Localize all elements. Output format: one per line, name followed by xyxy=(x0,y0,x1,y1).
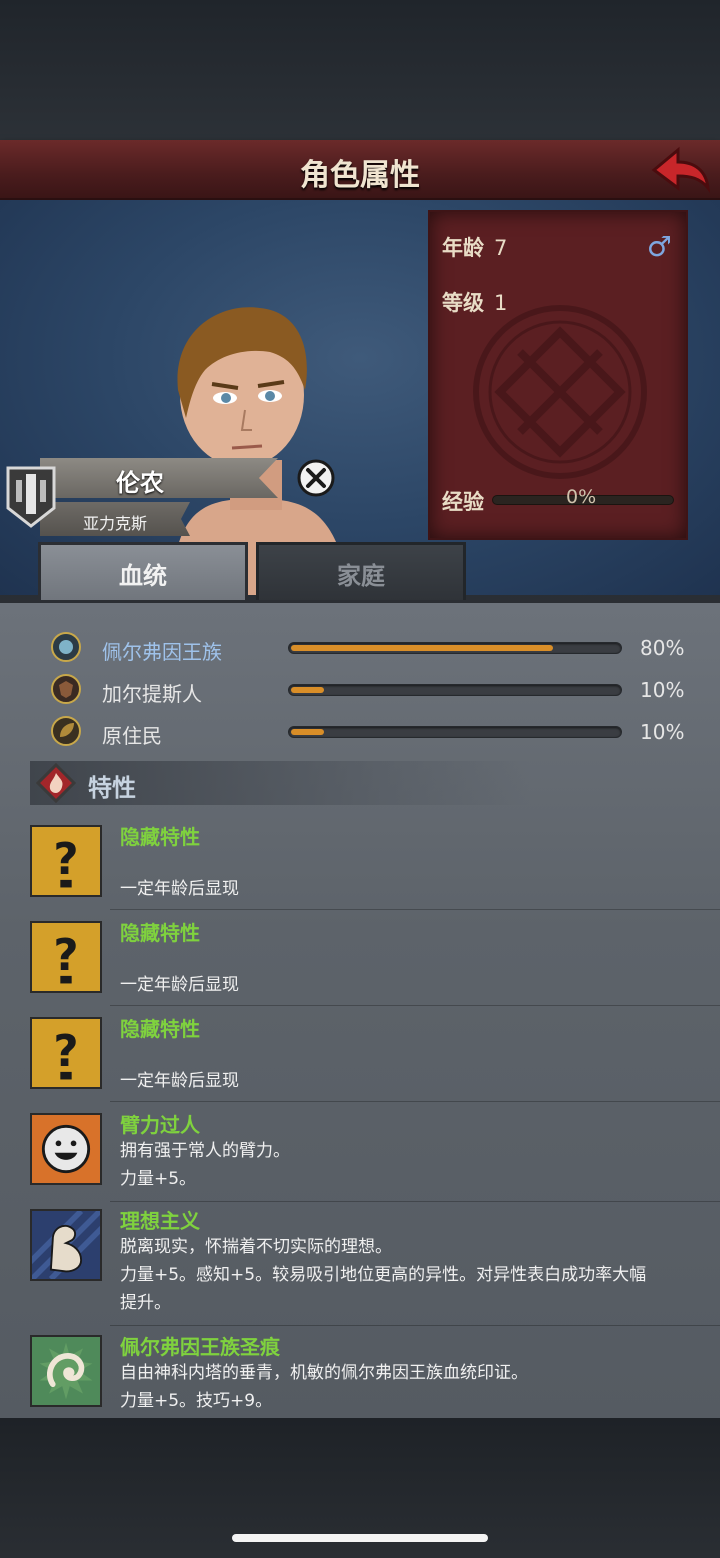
trait-name: 臂力过人 xyxy=(120,1113,200,1137)
royal-crest-icon xyxy=(51,632,81,662)
home-indicator[interactable] xyxy=(232,1534,488,1542)
trait-name: 隐藏特性 xyxy=(120,1017,200,1041)
svg-text:?: ? xyxy=(53,835,78,885)
bloodline-bar-fill xyxy=(291,687,324,693)
bloodline-bar-fill xyxy=(291,645,553,651)
page-title: 角色属性 xyxy=(300,158,420,193)
bloodline-bar xyxy=(288,642,622,654)
beast-crest-icon xyxy=(51,674,81,704)
tab-bar: 血统 家庭 xyxy=(30,542,470,604)
bloodline-percent: 80% xyxy=(640,636,685,660)
trait-effect: 力量+5。 xyxy=(120,1169,197,1189)
trait-effect: 力量+5。感知+5。较易吸引地位更高的异性。对异性表白成功率大幅 xyxy=(120,1265,647,1285)
trait-item[interactable]: 臂力过人 拥有强于常人的臂力。 力量+5。 xyxy=(0,1109,720,1205)
level-label: 等级 xyxy=(442,291,484,315)
trait-name: 隐藏特性 xyxy=(120,825,200,849)
bloodline-row: 佩尔弗因王族 80% xyxy=(0,631,720,667)
top-strip xyxy=(0,0,720,140)
age-label: 年龄 xyxy=(442,236,484,260)
content-panel: 佩尔弗因王族 80% 加尔提斯人 10% 原住民 10% 特性 ? 隐藏特性 一… xyxy=(0,600,720,1418)
age-row: 年龄 7 xyxy=(442,232,507,262)
bloodline-bar-fill xyxy=(291,729,324,735)
bloodline-name: 佩尔弗因王族 xyxy=(102,640,222,664)
character-surname: 亚力克斯 xyxy=(82,514,147,533)
title-bar: 角色属性 xyxy=(0,140,720,200)
trait-name: 理想主义 xyxy=(120,1209,200,1233)
trait-item[interactable]: 理想主义 脱离现实，怀揣着不切实际的理想。 力量+5。感知+5。较易吸引地位更高… xyxy=(0,1205,720,1331)
trait-effect: 力量+5。技巧+9。 xyxy=(120,1391,273,1411)
trait-description: 一定年龄后显现 xyxy=(120,975,239,995)
trait-name: 隐藏特性 xyxy=(120,921,200,945)
stats-panel: 年龄 7 ♂ 等级 1 经验 0% xyxy=(428,210,688,540)
tab-bloodline[interactable]: 血统 xyxy=(38,542,248,604)
bloodline-bar xyxy=(288,684,622,696)
exp-percent: 0% xyxy=(566,486,597,508)
celtic-knot-icon xyxy=(473,305,647,479)
trait-divider xyxy=(110,909,720,910)
trait-divider xyxy=(110,1101,720,1102)
trait-name: 佩尔弗因王族圣痕 xyxy=(120,1335,280,1359)
trait-description: 一定年龄后显现 xyxy=(120,1071,239,1091)
trait-description: 一定年龄后显现 xyxy=(120,879,239,899)
trait-divider xyxy=(110,1201,720,1202)
name-banner: 伦农 亚力克斯 xyxy=(0,458,280,540)
question-mark-icon: ? xyxy=(30,1017,102,1089)
trait-item[interactable]: ? 隐藏特性 一定年龄后显现 xyxy=(0,821,720,917)
svg-text:?: ? xyxy=(53,1027,78,1077)
bloodline-name: 原住民 xyxy=(102,724,162,748)
level-row: 等级 1 xyxy=(442,287,507,317)
bloodline-percent: 10% xyxy=(640,720,685,744)
svg-text:?: ? xyxy=(53,931,78,981)
bloodline-percent: 10% xyxy=(640,678,685,702)
close-icon[interactable] xyxy=(296,458,336,498)
trait-item[interactable]: ? 隐藏特性 一定年龄后显现 xyxy=(0,1013,720,1109)
age-value: 7 xyxy=(494,236,508,260)
family-crest-icon xyxy=(6,466,56,528)
male-icon: ♂ xyxy=(646,230,672,263)
muscle-arm-icon xyxy=(30,1209,102,1281)
tab-family[interactable]: 家庭 xyxy=(256,542,466,604)
character-name: 伦农 xyxy=(116,469,164,497)
trait-item[interactable]: ? 隐藏特性 一定年龄后显现 xyxy=(0,917,720,1013)
traits-section-title: 特性 xyxy=(88,774,136,802)
trait-item[interactable]: 佩尔弗因王族圣痕 自由神科内塔的垂青，机敏的佩尔弗因王族血统印证。 力量+5。技… xyxy=(0,1331,720,1421)
trait-divider xyxy=(110,1005,720,1006)
smiley-face-icon xyxy=(30,1113,102,1185)
leaf-crest-icon xyxy=(51,716,81,746)
traits-section-header: 特性 xyxy=(30,761,530,805)
fire-emblem-icon xyxy=(36,763,76,803)
level-value: 1 xyxy=(494,291,508,315)
trait-description: 自由神科内塔的垂青，机敏的佩尔弗因王族血统印证。 xyxy=(120,1363,528,1383)
back-arrow-icon[interactable] xyxy=(648,144,712,196)
trait-description: 拥有强于常人的臂力。 xyxy=(120,1141,290,1161)
bloodline-name: 加尔提斯人 xyxy=(102,682,202,706)
bloodline-row: 加尔提斯人 10% xyxy=(0,673,720,709)
bloodline-bar xyxy=(288,726,622,738)
exp-label: 经验 xyxy=(442,490,484,514)
trait-description: 脱离现实，怀揣着不切实际的理想。 xyxy=(120,1237,392,1257)
question-mark-icon: ? xyxy=(30,825,102,897)
trait-effect-continued: 提升。 xyxy=(120,1293,171,1313)
trait-divider xyxy=(110,1325,720,1326)
question-mark-icon: ? xyxy=(30,921,102,993)
bloodline-row: 原住民 10% xyxy=(0,715,720,751)
swirl-emblem-icon xyxy=(30,1335,102,1407)
